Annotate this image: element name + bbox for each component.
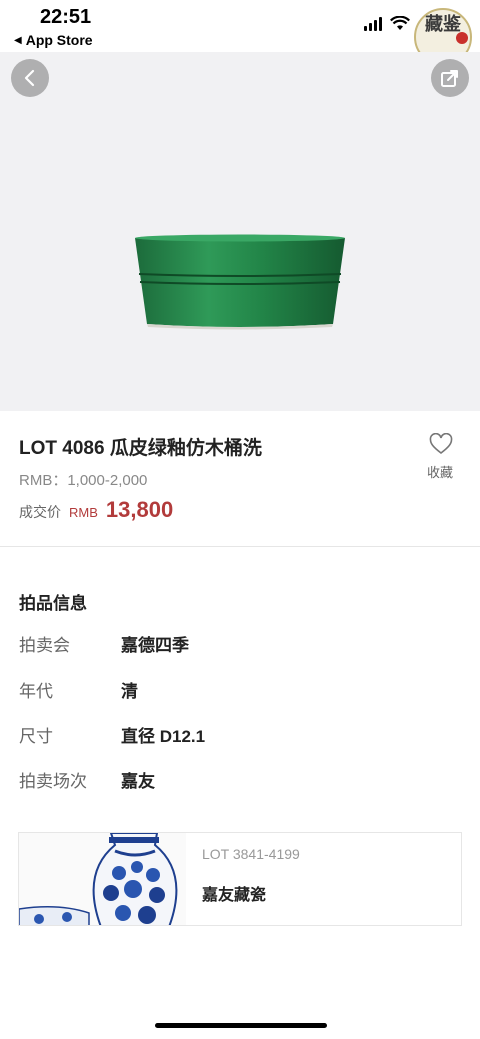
- seal-red-dot: [456, 32, 468, 44]
- deal-price-row: 成交价 RMB 13,800: [19, 497, 173, 523]
- signal-icon: [364, 16, 382, 31]
- chevron-left-icon: [24, 69, 35, 87]
- session-lot-range: LOT 3841-4199: [202, 846, 300, 862]
- estimate: RMB：1,000-2,000: [19, 472, 148, 489]
- info-label: 尺寸: [19, 727, 53, 746]
- lot-title: LOT 4086 瓜皮绿釉仿木桶洗: [19, 438, 262, 459]
- session-card[interactable]: LOT 3841-4199 嘉友藏瓷: [18, 832, 462, 926]
- heart-icon: [429, 432, 453, 455]
- lot-summary: LOT 4086 瓜皮绿釉仿木桶洗 RMB：1,000-2,000 成交价 RM…: [0, 411, 480, 547]
- info-value: 嘉德四季: [121, 636, 189, 655]
- back-triangle-icon: ◀: [14, 34, 22, 46]
- porcelain-vase-image: [19, 833, 186, 925]
- deal-label: 成交价: [19, 504, 61, 520]
- session-name: 嘉友藏瓷: [202, 887, 267, 904]
- deal-price: 13,800: [105, 497, 174, 522]
- section-title: 拍品信息: [19, 594, 87, 613]
- back-app-label: App Store: [25, 32, 93, 48]
- home-indicator[interactable]: [155, 1023, 327, 1028]
- info-row-auction: 拍卖会 嘉德四季: [19, 631, 189, 656]
- share-button[interactable]: [431, 59, 469, 97]
- info-value: 清: [121, 682, 138, 701]
- favorite-button[interactable]: 收藏: [426, 432, 456, 481]
- session-card-image: [19, 833, 186, 925]
- info-value: 嘉友: [121, 772, 155, 791]
- info-value: 直径 D12.1: [121, 727, 206, 746]
- deal-currency: RMB: [69, 505, 98, 520]
- info-label: 年代: [19, 682, 53, 701]
- bowl-image: [135, 234, 345, 330]
- info-label: 拍卖场次: [19, 772, 87, 791]
- info-row-session: 拍卖场次 嘉友: [19, 767, 155, 792]
- status-icons: [364, 16, 410, 31]
- info-label: 拍卖会: [19, 636, 70, 655]
- info-row-size: 尺寸 直径 D12.1: [19, 722, 205, 747]
- back-button[interactable]: [11, 59, 49, 97]
- status-bar: 22:51 ◀ App Store 藏鉴: [0, 0, 480, 66]
- status-time: 22:51: [40, 6, 92, 28]
- info-row-era: 年代 清: [19, 677, 138, 702]
- favorite-label: 收藏: [426, 465, 453, 480]
- wifi-icon: [390, 16, 410, 30]
- lot-image[interactable]: [0, 52, 480, 411]
- share-icon: [441, 70, 458, 87]
- back-to-app-link[interactable]: ◀ App Store: [14, 32, 93, 48]
